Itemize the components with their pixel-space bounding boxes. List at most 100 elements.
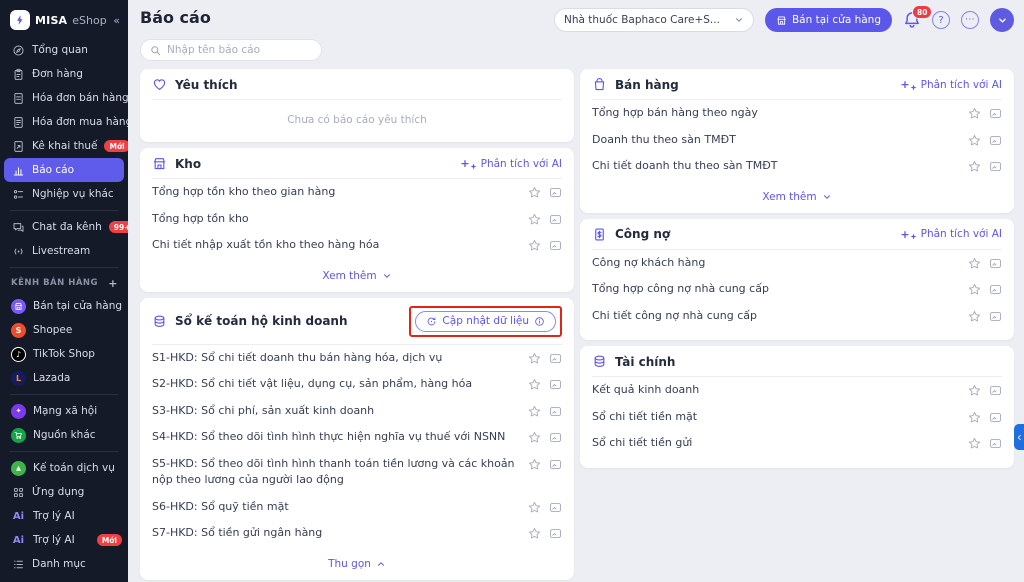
report-row[interactable]: Chi tiết doanh thu theo sàn TMĐT (592, 153, 1002, 180)
sidebar-item-mang-xa-hoi[interactable]: ✦ Mạng xã hội (0, 399, 128, 423)
favorite-star-icon[interactable] (528, 527, 541, 540)
sidebar-item-thiet-lap[interactable]: Thiết lập (0, 576, 128, 582)
pin-to-screen-icon[interactable] (989, 411, 1002, 424)
pin-to-screen-icon[interactable] (989, 283, 1002, 296)
favorite-star-icon[interactable] (968, 283, 981, 296)
report-row[interactable]: Doanh thu theo sàn TMĐT (592, 127, 1002, 154)
pin-to-screen-icon[interactable] (549, 239, 562, 252)
report-row[interactable]: Sổ chi tiết tiền mặt (592, 404, 1002, 431)
sidebar-item-chat-da-kenh[interactable]: Chat đa kênh 99+ (0, 215, 128, 239)
favorite-star-icon[interactable] (968, 437, 981, 450)
sidebar-item-livestream[interactable]: Livestream (0, 239, 128, 263)
more-options-button[interactable]: ··· (961, 11, 979, 29)
favorite-star-icon[interactable] (528, 501, 541, 514)
collapse-link[interactable]: Thu gọn (328, 558, 386, 570)
favorite-star-icon[interactable] (528, 458, 541, 471)
favorite-star-icon[interactable] (968, 310, 981, 323)
favorite-star-icon[interactable] (528, 352, 541, 365)
pin-to-screen-icon[interactable] (549, 527, 562, 540)
pin-to-screen-icon[interactable] (989, 257, 1002, 270)
side-panel-toggle[interactable] (1014, 424, 1024, 450)
brand-header: MISA eShop « (0, 6, 128, 38)
report-row[interactable]: S7-HKD: Sổ tiền gửi ngân hàng (152, 520, 562, 547)
report-row[interactable]: Chi tiết nhập xuất tồn kho theo hàng hóa (152, 232, 562, 259)
favorite-star-icon[interactable] (968, 384, 981, 397)
see-more-link[interactable]: Xem thêm (762, 191, 831, 203)
report-row[interactable]: S4-HKD: Sổ theo dõi tình hình thực hiện … (152, 424, 562, 451)
notifications-button[interactable]: 80 (903, 5, 933, 29)
pin-to-screen-icon[interactable] (989, 437, 1002, 450)
report-row[interactable]: Công nợ khách hàng (592, 250, 1002, 277)
favorite-star-icon[interactable] (968, 257, 981, 270)
sidebar-item-ban-tai-cua-hang[interactable]: Bán tại cửa hàng (0, 294, 128, 318)
sidebar-item-nguon-khac[interactable]: Nguồn khác (0, 423, 128, 447)
sidebar-item-danh-muc[interactable]: Danh mục (0, 552, 128, 576)
sidebar-item-tong-quan[interactable]: Tổng quan (0, 38, 128, 62)
favorite-star-icon[interactable] (528, 239, 541, 252)
sidebar-item-shopee[interactable]: S Shopee (0, 318, 128, 342)
report-row[interactable]: S1-HKD: Sổ chi tiết doanh thu bán hàng h… (152, 345, 562, 372)
see-more-link[interactable]: Xem thêm (322, 270, 391, 282)
favorite-star-icon[interactable] (528, 186, 541, 199)
pin-to-screen-icon[interactable] (989, 384, 1002, 397)
favorite-star-icon[interactable] (528, 378, 541, 391)
favorite-star-icon[interactable] (528, 405, 541, 418)
favorite-star-icon[interactable] (968, 160, 981, 173)
pin-to-screen-icon[interactable] (549, 352, 562, 365)
pin-to-screen-icon[interactable] (549, 405, 562, 418)
sidebar-item-ke-khai-thue[interactable]: Kê khai thuế Mới (0, 134, 128, 158)
brand-eshop: eShop (72, 13, 107, 27)
sidebar-item-bao-cao[interactable]: Báo cáo (4, 158, 124, 182)
report-row[interactable]: Kết quả kinh doanh (592, 377, 1002, 404)
report-row[interactable]: Tổng hợp công nợ nhà cung cấp (592, 276, 1002, 303)
report-row[interactable]: Tổng hợp tồn kho theo gian hàng (152, 179, 562, 206)
pin-to-screen-icon[interactable] (549, 501, 562, 514)
pin-to-screen-icon[interactable] (549, 213, 562, 226)
pin-to-screen-icon[interactable] (989, 160, 1002, 173)
add-channel-button[interactable]: + (108, 277, 118, 290)
analyze-with-ai-link[interactable]: + Phân tích với AI (900, 78, 1002, 91)
orders-icon (11, 67, 25, 81)
favorite-star-icon[interactable] (528, 431, 541, 444)
report-row[interactable]: Tổng hợp bán hàng theo ngày (592, 100, 1002, 127)
pin-to-screen-icon[interactable] (989, 310, 1002, 323)
sidebar-item-ke-toan-dich-vu[interactable]: ▲ Kế toán dịch vụ (0, 456, 128, 480)
sidebar-item-hoa-don-mua-hang[interactable]: Hóa đơn mua hàng (0, 110, 128, 134)
sidebar-item-tiktok-shop[interactable]: ♪ TikTok Shop (0, 342, 128, 366)
search-input[interactable] (167, 44, 312, 56)
report-row[interactable]: S5-HKD: Sổ theo dõi tình hình thanh toán… (152, 451, 562, 494)
report-row[interactable]: S2-HKD: Sổ chi tiết vật liệu, dụng cụ, s… (152, 371, 562, 398)
pin-to-screen-icon[interactable] (549, 431, 562, 444)
analyze-with-ai-link[interactable]: + Phân tích với AI (900, 228, 1002, 241)
pin-to-screen-icon[interactable] (549, 458, 562, 471)
sidebar-item-ung-dung[interactable]: Ứng dụng (0, 480, 128, 504)
pin-to-screen-icon[interactable] (989, 107, 1002, 120)
sidebar-item-tro-ly-ai-1[interactable]: Ai Trợ lý AI (0, 504, 128, 528)
report-row[interactable]: Sổ chi tiết tiền gửi (592, 430, 1002, 462)
divider (10, 394, 118, 395)
sidebar-item-nghiep-vu-khac[interactable]: Nghiệp vụ khác (0, 182, 128, 206)
sidebar-item-lazada[interactable]: L Lazada (0, 366, 128, 390)
favorite-star-icon[interactable] (528, 213, 541, 226)
user-avatar-menu[interactable] (990, 8, 1014, 32)
help-button[interactable]: ? (932, 11, 950, 29)
store-selector-dropdown[interactable]: Nhà thuốc Baphaco Care+S... (553, 8, 754, 32)
pin-to-screen-icon[interactable] (549, 186, 562, 199)
update-data-button[interactable]: Cập nhật dữ liệu (415, 310, 556, 332)
report-row[interactable]: S3-HKD: Sổ chi phí, sản xuất kinh doanh (152, 398, 562, 425)
sidebar-item-don-hang[interactable]: Đơn hàng (0, 62, 128, 86)
report-row[interactable]: S6-HKD: Sổ quỹ tiền mặt (152, 494, 562, 521)
report-search[interactable] (140, 39, 322, 61)
report-row[interactable]: Tổng hợp tồn kho (152, 206, 562, 233)
analyze-with-ai-link[interactable]: + Phân tích với AI (460, 157, 562, 170)
sidebar-collapse-button[interactable]: « (113, 14, 120, 27)
sidebar-item-hoa-don-ban-hang[interactable]: Hóa đơn bán hàng (0, 86, 128, 110)
report-row[interactable]: Chi tiết công nợ nhà cung cấp (592, 303, 1002, 335)
pin-to-screen-icon[interactable] (549, 378, 562, 391)
favorite-star-icon[interactable] (968, 134, 981, 147)
sidebar-item-tro-ly-ai-2[interactable]: Ai Trợ lý AI Mới (0, 528, 128, 552)
favorite-star-icon[interactable] (968, 107, 981, 120)
pin-to-screen-icon[interactable] (989, 134, 1002, 147)
sell-at-store-button[interactable]: Bán tại cửa hàng (764, 8, 892, 32)
favorite-star-icon[interactable] (968, 411, 981, 424)
